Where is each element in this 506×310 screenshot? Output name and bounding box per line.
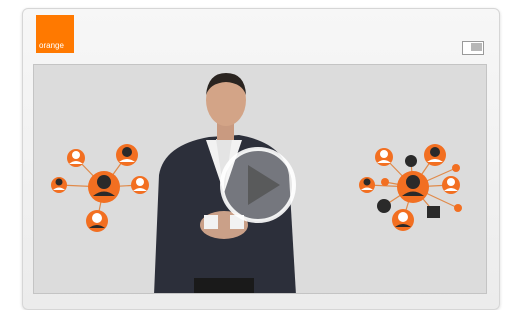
person-icons-right — [359, 144, 462, 231]
popout-inner-square — [471, 43, 482, 51]
orange-logo[interactable]: orange — [36, 15, 74, 53]
popout-window-icon[interactable] — [462, 41, 484, 55]
person-icons-left — [51, 144, 149, 232]
play-button[interactable] — [220, 147, 296, 223]
video-frame — [51, 73, 462, 293]
logo-text: orange — [39, 41, 64, 50]
video-player[interactable] — [33, 64, 487, 294]
